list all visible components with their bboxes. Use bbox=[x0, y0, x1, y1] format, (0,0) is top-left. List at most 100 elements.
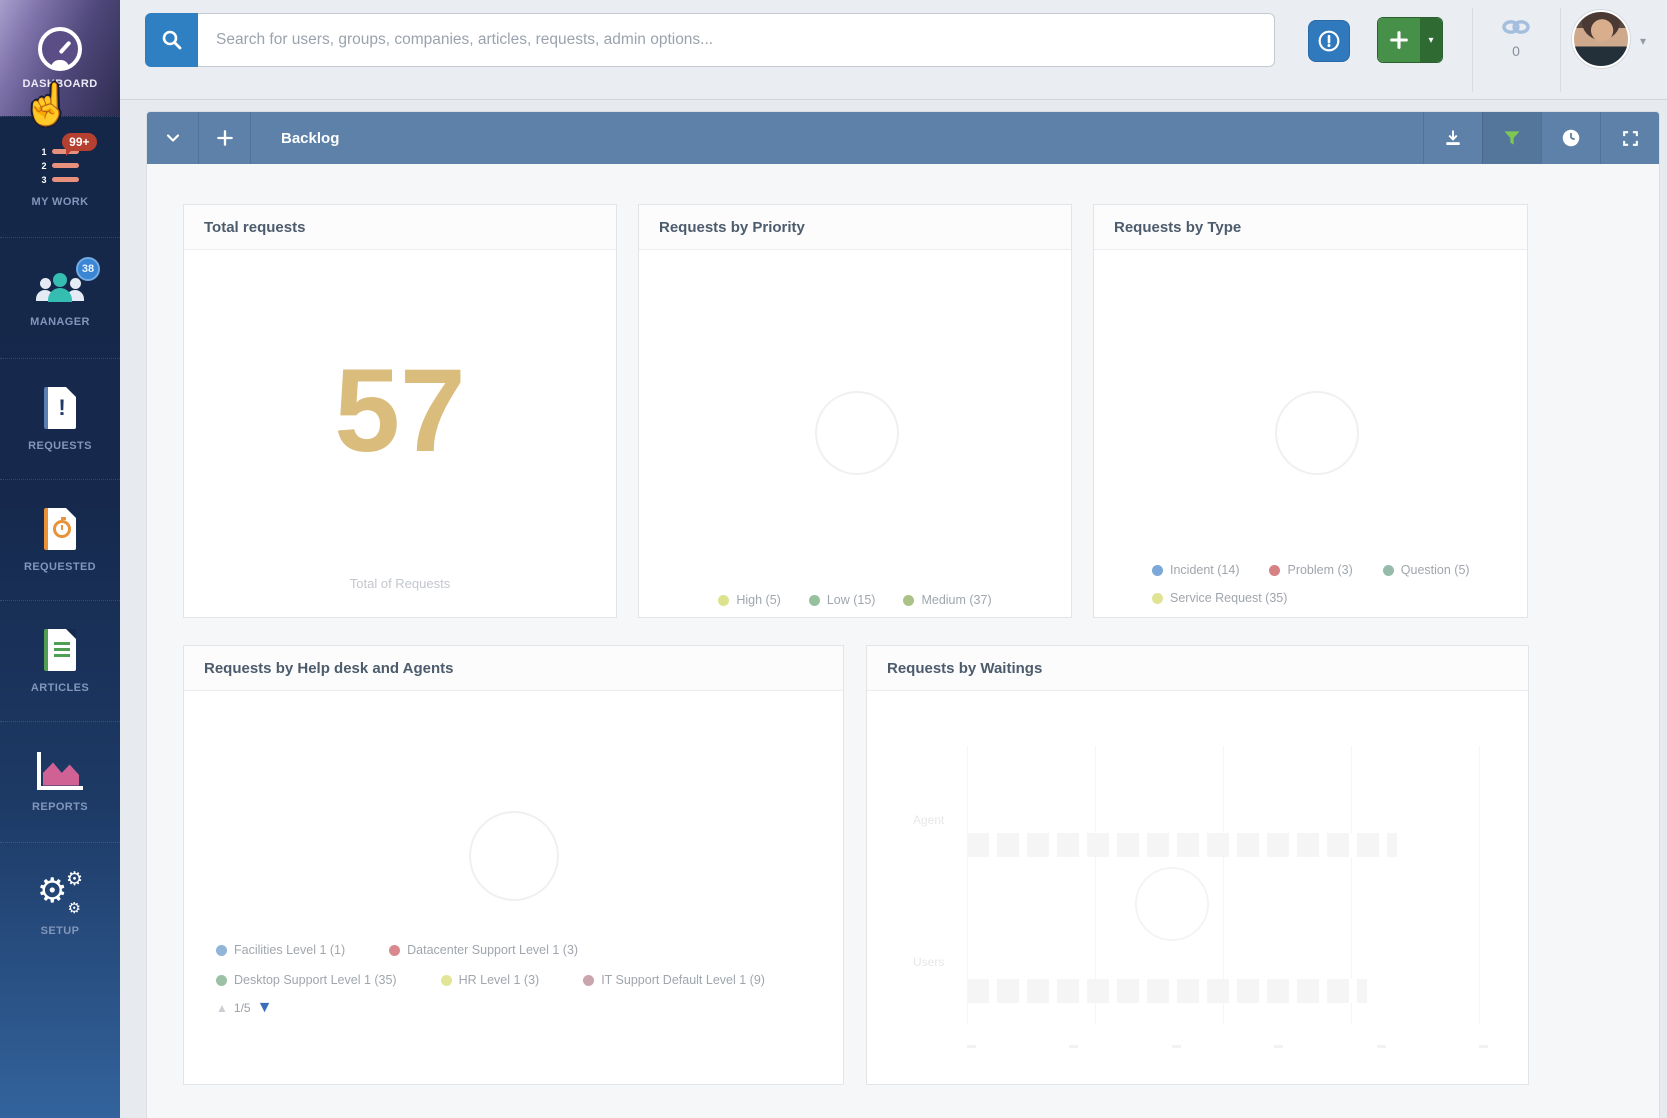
sidebar-item-reports[interactable]: REPORTS bbox=[0, 721, 120, 842]
search-button[interactable] bbox=[145, 13, 198, 67]
widget-title: Total requests bbox=[184, 205, 616, 250]
legend-item[interactable]: Incident (14) bbox=[1152, 563, 1239, 577]
y-axis-label: Agent bbox=[913, 813, 944, 827]
widgets-area: Total requests 57 Total of Requests Requ… bbox=[147, 164, 1659, 1085]
legend-item[interactable]: Problem (3) bbox=[1269, 563, 1352, 577]
sidebar-item-label: MANAGER bbox=[30, 316, 90, 328]
chevron-down-icon[interactable]: ▾ bbox=[1420, 18, 1442, 62]
legend-dot bbox=[1269, 565, 1280, 576]
sidebar-item-label: REQUESTS bbox=[28, 440, 92, 452]
legend-dot bbox=[216, 975, 227, 986]
app-window: DASHBOARD ☝ 1 2 3 99+ MY WORK bbox=[0, 0, 1667, 1118]
sidebar-item-label: REPORTS bbox=[32, 801, 88, 813]
legend-dot bbox=[903, 595, 914, 606]
widget-requests-by-priority: Requests by Priority High (5) Low (15) M… bbox=[638, 204, 1072, 618]
fullscreen-button[interactable] bbox=[1600, 112, 1659, 164]
widget-requests-by-type: Requests by Type Incident (14) Problem (… bbox=[1093, 204, 1528, 618]
chart-legend: High (5) Low (15) Medium (37) bbox=[639, 593, 1071, 607]
history-button[interactable] bbox=[1541, 112, 1600, 164]
loading-spinner bbox=[1275, 391, 1359, 475]
sidebar-item-label: SETUP bbox=[41, 925, 80, 937]
legend-dot bbox=[1152, 593, 1163, 604]
user-avatar[interactable] bbox=[1572, 10, 1630, 68]
legend-dot bbox=[1152, 565, 1163, 576]
widget-title: Requests by Waitings bbox=[867, 646, 1528, 691]
download-button[interactable] bbox=[1423, 112, 1482, 164]
chain-link-icon bbox=[1499, 18, 1533, 36]
manager-count-badge: 38 bbox=[76, 257, 100, 281]
legend-item[interactable]: Low (15) bbox=[809, 593, 876, 607]
bar-placeholder bbox=[967, 979, 1367, 1003]
legend-pagination: ▲ 1/5 ▼ bbox=[216, 999, 765, 1017]
sidebar-item-setup[interactable]: ⚙⚙⚙ SETUP bbox=[0, 842, 120, 963]
area-chart-icon bbox=[37, 752, 83, 790]
legend-item[interactable]: Service Request (35) bbox=[1152, 591, 1287, 605]
dashboard-title: Backlog bbox=[251, 112, 339, 164]
total-requests-caption: Total of Requests bbox=[184, 576, 616, 591]
linked-items-counter[interactable]: 0 bbox=[1488, 18, 1544, 59]
page-down-icon[interactable]: ▼ bbox=[257, 999, 273, 1017]
sidebar-item-requested[interactable]: REQUESTED bbox=[0, 479, 120, 600]
my-work-count-badge: 99+ bbox=[62, 133, 96, 151]
legend-dot bbox=[216, 945, 227, 956]
widget-title: Requests by Priority bbox=[639, 205, 1071, 250]
chevron-down-icon bbox=[163, 128, 183, 148]
total-requests-value: 57 bbox=[184, 343, 616, 479]
legend-item[interactable]: Question (5) bbox=[1383, 563, 1470, 577]
add-widget-button[interactable] bbox=[199, 112, 251, 164]
loading-spinner bbox=[469, 811, 559, 901]
clock-icon bbox=[1560, 127, 1582, 149]
search-input[interactable] bbox=[198, 13, 1275, 67]
chart-legend: Incident (14) Problem (3) Question (5) S… bbox=[1152, 563, 1499, 605]
widget-requests-by-helpdesk: Requests by Help desk and Agents Facilit… bbox=[183, 645, 844, 1085]
alerts-button[interactable] bbox=[1308, 20, 1350, 62]
widget-total-requests: Total requests 57 Total of Requests bbox=[183, 204, 617, 618]
plus-icon bbox=[1378, 18, 1420, 62]
expand-icon bbox=[1621, 129, 1640, 148]
page-up-icon[interactable]: ▲ bbox=[216, 1001, 228, 1015]
divider bbox=[1560, 8, 1561, 92]
legend-item[interactable]: IT Support Default Level 1 (9) bbox=[583, 973, 765, 987]
sidebar-item-label: MY WORK bbox=[32, 196, 89, 208]
gears-icon: ⚙⚙⚙ bbox=[37, 870, 83, 914]
global-search bbox=[145, 13, 1275, 67]
user-menu-caret-icon[interactable]: ▾ bbox=[1640, 34, 1646, 48]
sidebar-item-requests[interactable]: ! REQUESTS bbox=[0, 358, 120, 479]
chart-legend: Facilities Level 1 (1) Datacenter Suppor… bbox=[216, 943, 765, 1017]
legend-item[interactable]: Facilities Level 1 (1) bbox=[216, 943, 345, 957]
filter-button[interactable] bbox=[1482, 112, 1541, 164]
legend-item[interactable]: High (5) bbox=[718, 593, 780, 607]
legend-dot bbox=[441, 975, 452, 986]
bar-placeholder bbox=[967, 833, 1397, 857]
top-bar: ▾ 0 ▾ bbox=[120, 0, 1667, 100]
widget-header-bar: Backlog bbox=[147, 112, 1659, 164]
sidebar-item-dashboard[interactable]: DASHBOARD ☝ bbox=[0, 0, 120, 116]
sidebar-item-articles[interactable]: ARTICLES bbox=[0, 600, 120, 721]
legend-item[interactable]: HR Level 1 (3) bbox=[441, 973, 540, 987]
bar-chart-loading: Agent Users bbox=[867, 691, 1528, 1084]
legend-dot bbox=[809, 595, 820, 606]
y-axis-label: Users bbox=[913, 955, 944, 969]
request-document-icon: ! bbox=[44, 387, 76, 429]
link-count: 0 bbox=[1488, 43, 1544, 59]
create-new-button[interactable]: ▾ bbox=[1377, 17, 1443, 63]
legend-item[interactable]: Medium (37) bbox=[903, 593, 991, 607]
sidebar: DASHBOARD ☝ 1 2 3 99+ MY WORK bbox=[0, 0, 120, 1118]
widget-requests-by-waitings: Requests by Waitings Agent Users bbox=[866, 645, 1529, 1085]
widget-title: Requests by Help desk and Agents bbox=[184, 646, 843, 691]
sidebar-item-manager[interactable]: 38 MANAGER bbox=[0, 237, 120, 358]
legend-dot bbox=[583, 975, 594, 986]
dashboard-gauge-icon bbox=[38, 27, 82, 71]
requested-stopwatch-icon bbox=[44, 508, 76, 550]
collapse-widget-button[interactable] bbox=[147, 112, 199, 164]
filter-funnel-icon bbox=[1502, 128, 1522, 148]
sidebar-item-my-work[interactable]: 1 2 3 99+ MY WORK bbox=[0, 116, 120, 237]
legend-item[interactable]: Datacenter Support Level 1 (3) bbox=[389, 943, 578, 957]
widget-title: Requests by Type bbox=[1094, 205, 1527, 250]
dashboard-panel: Backlog Total re bbox=[146, 111, 1660, 1118]
page-indicator: 1/5 bbox=[234, 1001, 251, 1015]
plus-icon bbox=[215, 128, 235, 148]
x-axis-ticks bbox=[967, 1045, 1488, 1048]
legend-item[interactable]: Desktop Support Level 1 (35) bbox=[216, 973, 397, 987]
legend-dot bbox=[1383, 565, 1394, 576]
